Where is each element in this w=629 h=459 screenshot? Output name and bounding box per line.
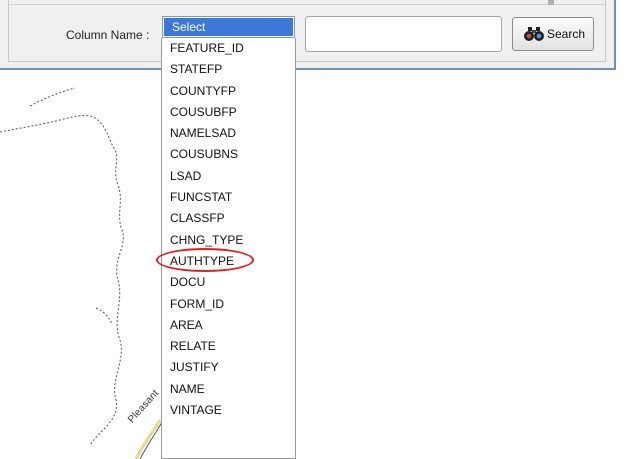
search-text-input[interactable] — [305, 16, 502, 52]
dropdown-option[interactable]: FEATURE_ID — [162, 38, 295, 59]
column-name-select[interactable]: Select — [162, 16, 295, 38]
dropdown-option[interactable]: COUNTYFP — [162, 81, 295, 102]
dropdown-option[interactable]: FORM_ID — [162, 294, 295, 315]
dropdown-option[interactable]: COUSUBNS — [162, 144, 295, 165]
dropdown-option[interactable]: NAMELSAD — [162, 123, 295, 144]
column-name-dropdown-list[interactable]: FEATURE_ID STATEFP COUNTYFP COUSUBFP NAM… — [161, 38, 296, 459]
dropdown-option[interactable]: VINTAGE — [162, 400, 295, 421]
dropdown-option[interactable]: AREA — [162, 315, 295, 336]
column-name-label: Column Name : — [66, 28, 150, 42]
panel-scroll-handle[interactable] — [548, 0, 554, 5]
panel-divider — [8, 4, 606, 5]
search-button-label: Search — [547, 27, 586, 41]
dropdown-option[interactable]: STATEFP — [162, 59, 295, 80]
dropdown-option[interactable]: LSAD — [162, 166, 295, 187]
search-panel: Column Name : Select Search — [0, 0, 616, 70]
dropdown-option[interactable]: DOCU — [162, 272, 295, 293]
dropdown-option[interactable]: CLASSFP — [162, 208, 295, 229]
dropdown-option-chng-type[interactable]: CHNG_TYPE — [162, 230, 295, 251]
dropdown-option[interactable]: RELATE — [162, 336, 295, 357]
dropdown-option[interactable]: FUNCSTAT — [162, 187, 295, 208]
binoculars-icon — [523, 26, 545, 42]
dropdown-option[interactable]: AUTHTYPE — [162, 251, 295, 272]
dropdown-option[interactable]: JUSTIFY — [162, 357, 295, 378]
dropdown-option[interactable]: NAME — [162, 379, 295, 400]
column-name-selected-value: Select — [164, 18, 293, 36]
dropdown-option[interactable]: COUSUBFP — [162, 102, 295, 123]
search-button[interactable]: Search — [512, 17, 594, 51]
